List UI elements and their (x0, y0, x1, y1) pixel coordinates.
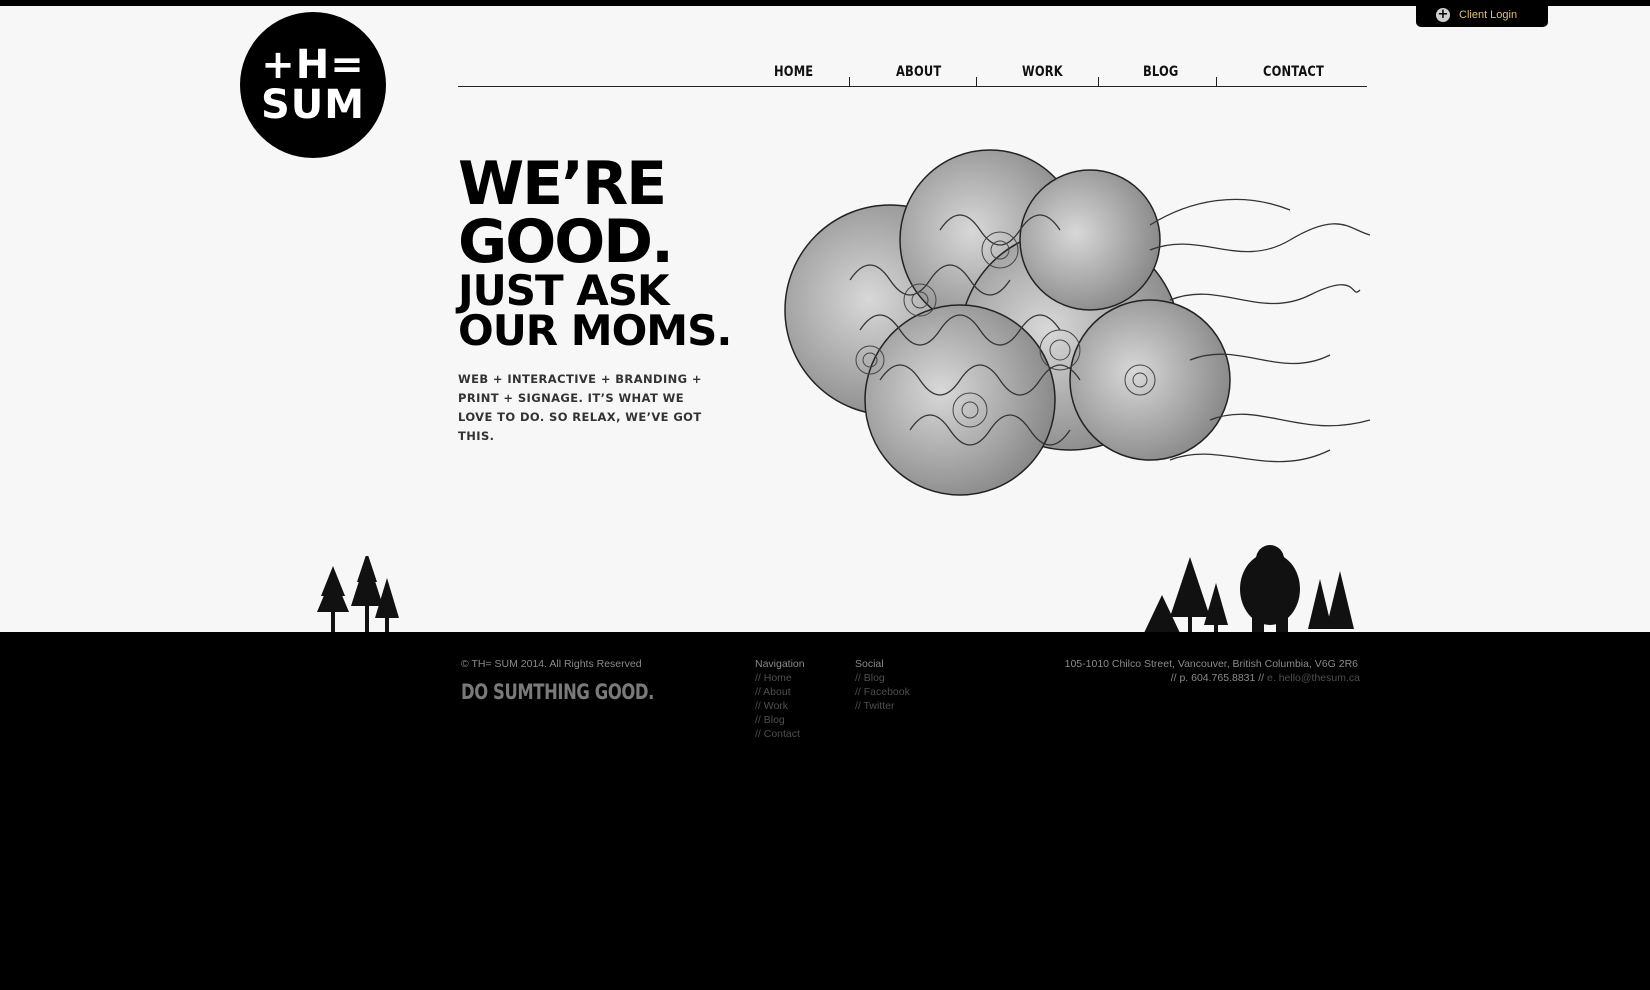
footer-link-home[interactable]: // Home (755, 672, 792, 684)
hero-tagline: WEB + INTERACTIVE + BRANDING + PRINT + S… (458, 372, 702, 443)
top-bar (0, 0, 1650, 6)
footer-link-contact[interactable]: // Contact (755, 728, 800, 740)
footer-link-work[interactable]: // Work (755, 700, 788, 712)
footer-copyright: © TH= SUM 2014. All Rights Reserved (461, 658, 642, 670)
client-login-button[interactable]: + Client Login (1416, 3, 1548, 27)
swirl-cloud-illustration (784, 149, 1371, 496)
nav-work[interactable]: WORK (1022, 64, 1063, 80)
footer-nav-heading: Navigation (755, 658, 805, 670)
nav-about[interactable]: ABOUT (896, 64, 941, 80)
logo-line2: SUM (260, 82, 366, 128)
footer-link-about[interactable]: // About (755, 686, 791, 698)
main-nav: HOME ABOUT WORK BLOG CONTACT (458, 56, 1367, 87)
footer-social-facebook[interactable]: // Facebook (855, 686, 910, 698)
footer-contact-line: // p. 604.765.8831 // e. hello@thesum.ca (1171, 672, 1360, 684)
headline-line1: WE’RE (458, 149, 667, 219)
footer-email-link[interactable]: e. hello@thesum.ca (1267, 672, 1360, 684)
footer-social-twitter[interactable]: // Twitter (855, 700, 894, 712)
footer-social-heading: Social (855, 658, 884, 670)
footer-address: 105-1010 Chilco Street, Vancouver, Briti… (1064, 658, 1358, 670)
bigfoot-trees-silhouette-icon (1144, 545, 1354, 633)
nav-divider (1098, 77, 1099, 87)
nav-home[interactable]: HOME (774, 64, 813, 80)
headline-line4: OUR MOMS. (458, 306, 732, 355)
footer-link-blog[interactable]: // Blog (755, 714, 785, 726)
logo-line1: +H= (261, 42, 365, 88)
logo[interactable]: +H= SUM (240, 12, 386, 158)
plus-circle-icon: + (1436, 7, 1450, 22)
footer: © TH= SUM 2014. All Rights Reserved DO S… (0, 632, 1650, 990)
nav-divider (976, 77, 977, 87)
footer-social-blog[interactable]: // Blog (855, 672, 885, 684)
nav-divider (1216, 77, 1217, 87)
nav-divider (849, 77, 850, 87)
nav-contact[interactable]: CONTACT (1263, 64, 1324, 80)
footer-slogan: DO SUMTHING GOOD. (461, 680, 654, 704)
trees-silhouette-icon (317, 556, 399, 632)
hero-headline: WE’RE GOOD. JUST ASK OUR MOMS. (458, 149, 732, 355)
client-login-label: Client Login (1459, 9, 1518, 21)
footer-phone: // p. 604.765.8831 // (1170, 672, 1265, 684)
headline-line3: JUST ASK (458, 266, 670, 315)
nav-blog[interactable]: BLOG (1143, 64, 1179, 80)
headline-line2: GOOD. (458, 207, 674, 277)
